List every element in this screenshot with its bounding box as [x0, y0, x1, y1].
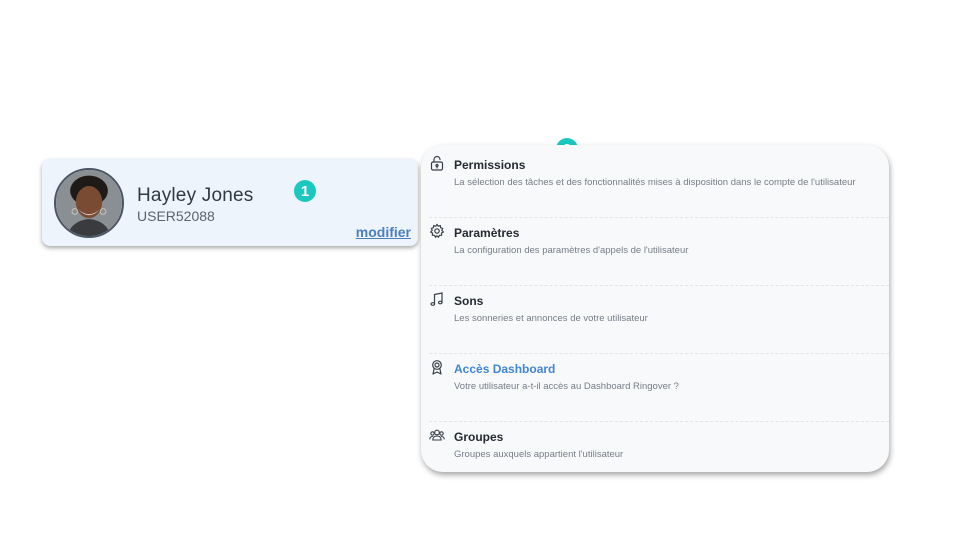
menu-item-parametres[interactable]: Paramètres La configuration des paramètr… — [429, 217, 889, 286]
settings-menu-panel: Permissions La sélection des tâches et d… — [421, 145, 889, 472]
menu-item-description: Votre utilisateur a-t-il accès au Dashbo… — [454, 381, 679, 392]
menu-item-sons[interactable]: Sons Les sonneries et annonces de votre … — [429, 285, 889, 354]
menu-item-description: La configuration des paramètres d'appels… — [454, 245, 689, 256]
step-badge-1: 1 — [294, 180, 316, 202]
menu-item-acces-dashboard[interactable]: Accès Dashboard Votre utilisateur a-t-il… — [429, 353, 889, 422]
menu-item-title: Paramètres — [454, 226, 520, 240]
user-id: USER52088 — [137, 208, 215, 224]
users-icon — [429, 427, 445, 443]
edit-profile-link[interactable]: modifier — [356, 224, 411, 240]
music-note-icon — [429, 291, 445, 307]
menu-item-title: Groupes — [454, 430, 504, 444]
user-name: Hayley Jones — [137, 185, 254, 206]
user-profile-card: Hayley Jones USER52088 modifier — [42, 159, 418, 246]
avatar — [54, 168, 124, 238]
menu-item-title: Permissions — [454, 158, 526, 172]
menu-item-title: Accès Dashboard — [454, 362, 556, 376]
menu-item-permissions[interactable]: Permissions La sélection des tâches et d… — [429, 149, 889, 218]
lock-icon — [429, 155, 445, 171]
menu-item-title: Sons — [454, 294, 484, 308]
menu-item-description: Les sonneries et annonces de votre utili… — [454, 313, 648, 324]
menu-item-groupes[interactable]: Groupes Groupes auxquels appartient l'ut… — [429, 421, 889, 489]
menu-item-description: Groupes auxquels appartient l'utilisateu… — [454, 449, 624, 460]
gear-icon — [429, 223, 445, 239]
award-icon — [429, 359, 445, 375]
menu-item-description: La sélection des tâches et des fonctionn… — [454, 177, 856, 188]
